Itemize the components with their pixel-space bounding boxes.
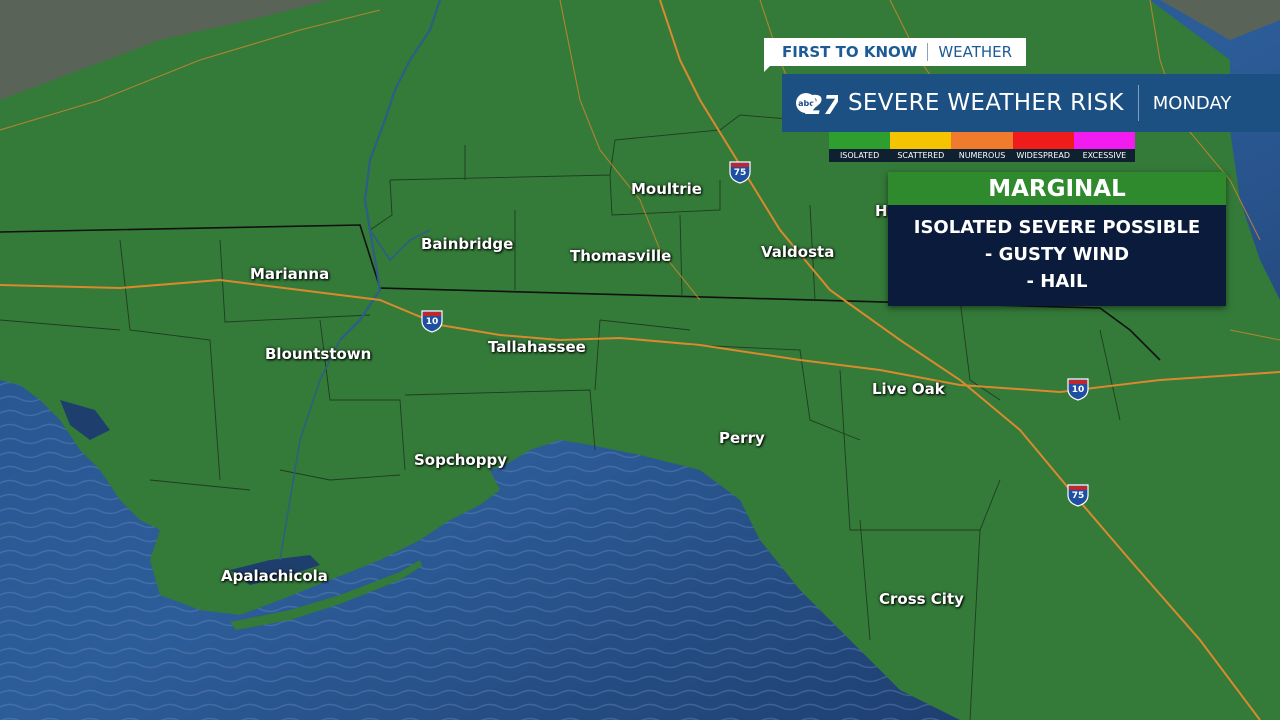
risk-detail-line: - HAIL — [1026, 271, 1088, 292]
risk-scale-label-excessive: EXCESSIVE — [1082, 151, 1127, 160]
risk-scale-legend: ISOLATED SCATTERED NUMEROUS WIDESPREAD EXCES… — [829, 132, 1136, 162]
risk-scale-swatch-scattered — [890, 132, 952, 149]
header-title: SEVERE WEATHER RISK — [848, 90, 1124, 116]
risk-scale-colors — [829, 132, 1136, 149]
city-moultrie: Moultrie — [631, 180, 702, 198]
interstate-10-east-label: 10 — [1071, 385, 1085, 395]
risk-scale-label-scattered: SCATTERED — [897, 151, 945, 160]
city-marianna: Marianna — [250, 265, 330, 283]
risk-scale-swatch-isolated — [829, 132, 891, 149]
weather-map: Moultrie Bainbridge Thomasville Valdosta… — [0, 0, 1280, 720]
risk-detail-line: - GUSTY WIND — [984, 244, 1130, 265]
interstate-75-south-shield-icon: 75 — [1067, 483, 1089, 507]
first-to-know-tag: FIRST TO KNOW WEATHER — [764, 38, 1026, 66]
risk-level-title: MARGINAL — [888, 172, 1226, 205]
interstate-75-south-label: 75 — [1071, 491, 1085, 501]
risk-detail-line: ISOLATED SEVERE POSSIBLE — [913, 217, 1201, 238]
risk-header-bar: abc 27 SEVERE WEATHER RISK MONDAY — [782, 74, 1280, 132]
risk-details: ISOLATED SEVERE POSSIBLE - GUSTY WIND - … — [888, 205, 1226, 306]
city-partial-label: H — [875, 202, 888, 220]
svg-text:27: 27 — [805, 91, 838, 121]
risk-info-box: MARGINAL ISOLATED SEVERE POSSIBLE - GUST… — [888, 172, 1226, 306]
first-to-know-label: FIRST TO KNOW — [782, 43, 918, 61]
tag-divider — [927, 43, 929, 61]
risk-scale-swatch-excessive — [1073, 132, 1136, 149]
interstate-10-east-shield-icon: 10 — [1067, 377, 1089, 401]
interstate-10-shield-icon: 10 — [421, 309, 443, 333]
risk-scale-swatch-numerous — [951, 132, 1013, 149]
city-apalachicola: Apalachicola — [221, 567, 328, 585]
abc27-logo-icon: abc 27 — [794, 81, 842, 125]
risk-scale-label-numerous: NUMEROUS — [958, 151, 1006, 160]
risk-scale-label-widespread: WIDESPREAD — [1016, 151, 1071, 160]
header-divider — [1137, 85, 1139, 121]
city-live-oak: Live Oak — [872, 380, 945, 398]
weather-label: WEATHER — [938, 43, 1013, 61]
interstate-75-shield-icon: 75 — [729, 160, 751, 184]
interstate-10-label: 10 — [425, 317, 439, 327]
city-blountstown: Blountstown — [265, 345, 372, 363]
city-perry: Perry — [719, 429, 765, 447]
risk-scale-swatch-widespread — [1012, 132, 1074, 149]
city-tallahassee: Tallahassee — [488, 338, 586, 356]
city-valdosta: Valdosta — [761, 243, 835, 261]
interstate-75-label: 75 — [733, 168, 747, 178]
risk-scale-labels: ISOLATED SCATTERED NUMEROUS WIDESPREAD EXCES… — [829, 149, 1135, 162]
tag-pointer — [764, 62, 774, 72]
city-cross-city: Cross City — [879, 590, 964, 608]
city-bainbridge: Bainbridge — [421, 235, 514, 253]
city-thomasville: Thomasville — [570, 247, 672, 265]
risk-scale-label-isolated: ISOLATED — [839, 151, 880, 160]
city-sopchoppy: Sopchoppy — [414, 451, 507, 469]
header-day: MONDAY — [1152, 92, 1232, 114]
